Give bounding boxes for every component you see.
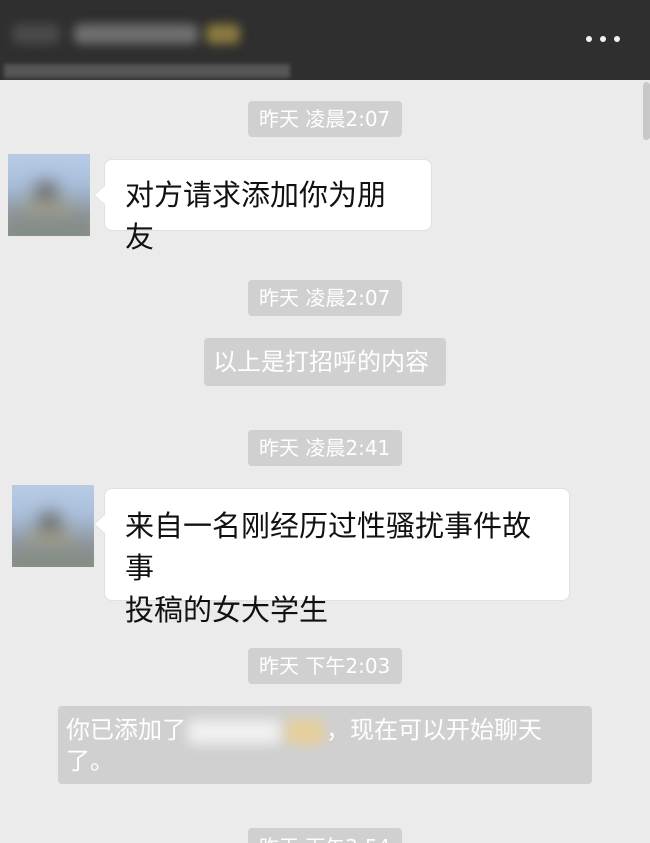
partial-timestamp-text: 昨天 下午2:54: [259, 832, 390, 843]
more-options-button[interactable]: [586, 24, 626, 52]
chat-screen: 昨天 凌晨2:07 对方请求添加你为朋友 昨天 凌晨2:07 以上是打招呼的内容…: [0, 0, 650, 843]
contact-added-suffix: ，现在可以开始聊天: [326, 716, 542, 744]
redacted-name-segment: [286, 720, 324, 744]
incoming-message-bubble[interactable]: 来自一名刚经历过性骚扰事件故事 投稿的女大学生: [94, 488, 570, 627]
message-timestamp: 昨天 下午2:03: [248, 648, 402, 684]
sender-avatar[interactable]: [12, 485, 94, 567]
redacted-title-segment: [12, 24, 60, 44]
redacted-contact-title: [12, 16, 272, 52]
chat-header: [0, 0, 650, 80]
redacted-contact-name: [188, 714, 328, 752]
message-text: 来自一名刚经历过性骚扰事件故事 投稿的女大学生: [125, 509, 532, 627]
more-dot: [586, 36, 592, 42]
redacted-title-underline: [4, 64, 290, 78]
message-text: 对方请求添加你为朋友: [125, 178, 387, 254]
redacted-title-segment: [74, 24, 198, 44]
blurred-avatar-image: [8, 154, 90, 236]
message-timestamp: 昨天 凌晨2:07: [248, 101, 402, 137]
message-timestamp: 昨天 凌晨2:07: [248, 280, 402, 316]
chat-scrollbar[interactable]: [640, 80, 650, 843]
partial-message-timestamp: 昨天 下午2:54: [248, 828, 402, 843]
redacted-title-segment: [206, 24, 240, 44]
system-note: 以上是打招呼的内容: [204, 338, 446, 386]
contact-added-prefix: 你已添加了: [66, 716, 186, 744]
redacted-name-segment: [188, 720, 280, 744]
blurred-avatar-image: [12, 485, 94, 567]
contact-added-end: 了。: [66, 747, 114, 775]
contact-added-system-note: 你已添加了 ，现在可以开始聊天 了。: [58, 706, 592, 784]
incoming-message-bubble[interactable]: 对方请求添加你为朋友: [94, 159, 432, 254]
chat-scrollbar-thumb[interactable]: [643, 82, 650, 140]
message-list[interactable]: 昨天 凌晨2:07 对方请求添加你为朋友 昨天 凌晨2:07 以上是打招呼的内容…: [0, 80, 650, 843]
more-dot: [600, 36, 606, 42]
more-dot: [614, 36, 620, 42]
more-icon: [586, 36, 626, 42]
sender-avatar[interactable]: [8, 154, 90, 236]
message-timestamp: 昨天 凌晨2:41: [248, 430, 402, 466]
